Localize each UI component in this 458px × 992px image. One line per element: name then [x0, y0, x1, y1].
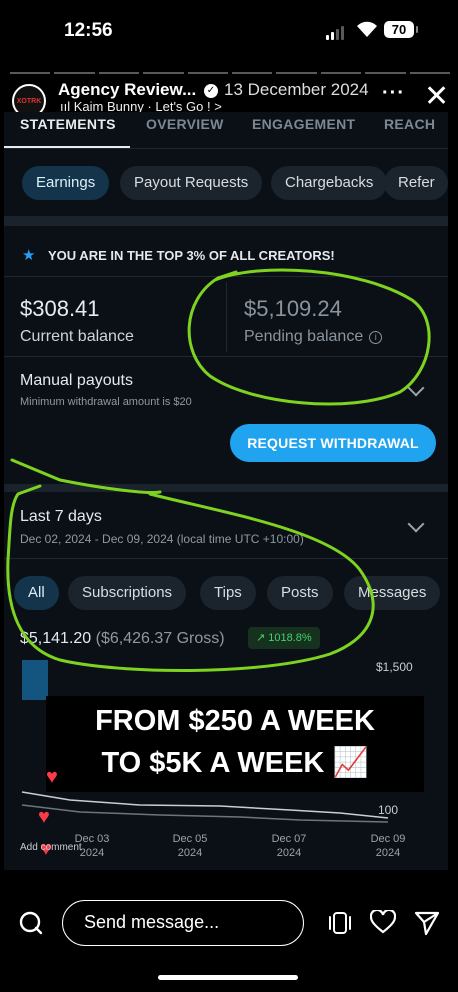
floating-heart-icon: ♥	[38, 806, 50, 828]
x-tick-date: Dec 09	[370, 833, 406, 845]
add-comment-hint: Add comment	[20, 842, 82, 853]
home-indicator	[158, 975, 298, 980]
heart-icon[interactable]	[369, 908, 397, 939]
floating-heart-icon: ♥	[46, 766, 58, 788]
x-tick-year: 2024	[375, 847, 401, 859]
y-axis-label-bottom: 100	[378, 803, 399, 817]
chart-line-net	[21, 804, 389, 823]
remix-icon[interactable]	[328, 910, 352, 941]
chart-line-gross	[21, 791, 389, 819]
x-tick-year: 2024	[177, 847, 203, 859]
x-tick-year: 2024	[79, 847, 105, 859]
x-tick-date: Dec 07	[271, 833, 307, 845]
x-tick-year: 2024	[276, 847, 302, 859]
y-axis-label-top: $1,500	[376, 660, 413, 674]
x-axis-label: Dec 09 2024	[358, 832, 418, 860]
chart-area-fill	[22, 660, 48, 700]
share-send-icon[interactable]	[414, 910, 440, 941]
x-axis-label: Dec 07 2024	[259, 832, 319, 860]
x-tick-date: Dec 05	[172, 833, 208, 845]
x-axis-label: Dec 05 2024	[160, 832, 220, 860]
caption-line-2-text: TO $5K A WEEK	[101, 747, 325, 779]
story-caption: FROM $250 A WEEK TO $5K A WEEK 📈	[46, 700, 424, 784]
camera-icon[interactable]	[18, 910, 44, 941]
caption-line-1: FROM $250 A WEEK	[95, 705, 375, 737]
caption-line-2: TO $5K A WEEK 📈	[46, 742, 424, 784]
reply-placeholder: Send message...	[84, 912, 220, 932]
chart-increasing-icon: 📈	[332, 747, 369, 779]
